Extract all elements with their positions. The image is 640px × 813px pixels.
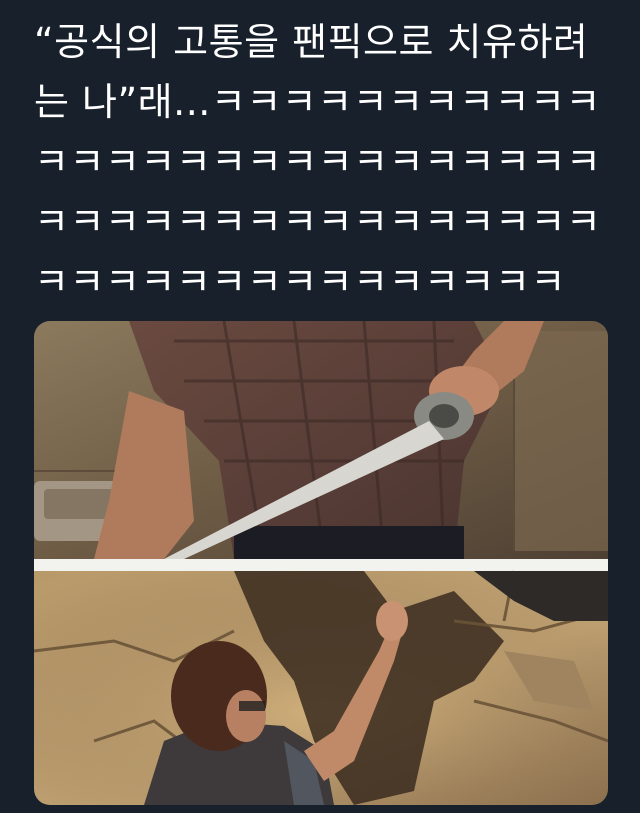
top-panel: [34, 321, 608, 560]
tweet-image[interactable]: [34, 321, 608, 805]
meme-image: [34, 321, 608, 805]
tweet-text: “공식의 고통을 팬픽으로 치유하려는 나”래...ㅋㅋㅋㅋㅋㅋㅋㅋㅋㅋㅋㅋㅋㅋ…: [34, 20, 602, 304]
bottom-panel: [34, 570, 608, 805]
